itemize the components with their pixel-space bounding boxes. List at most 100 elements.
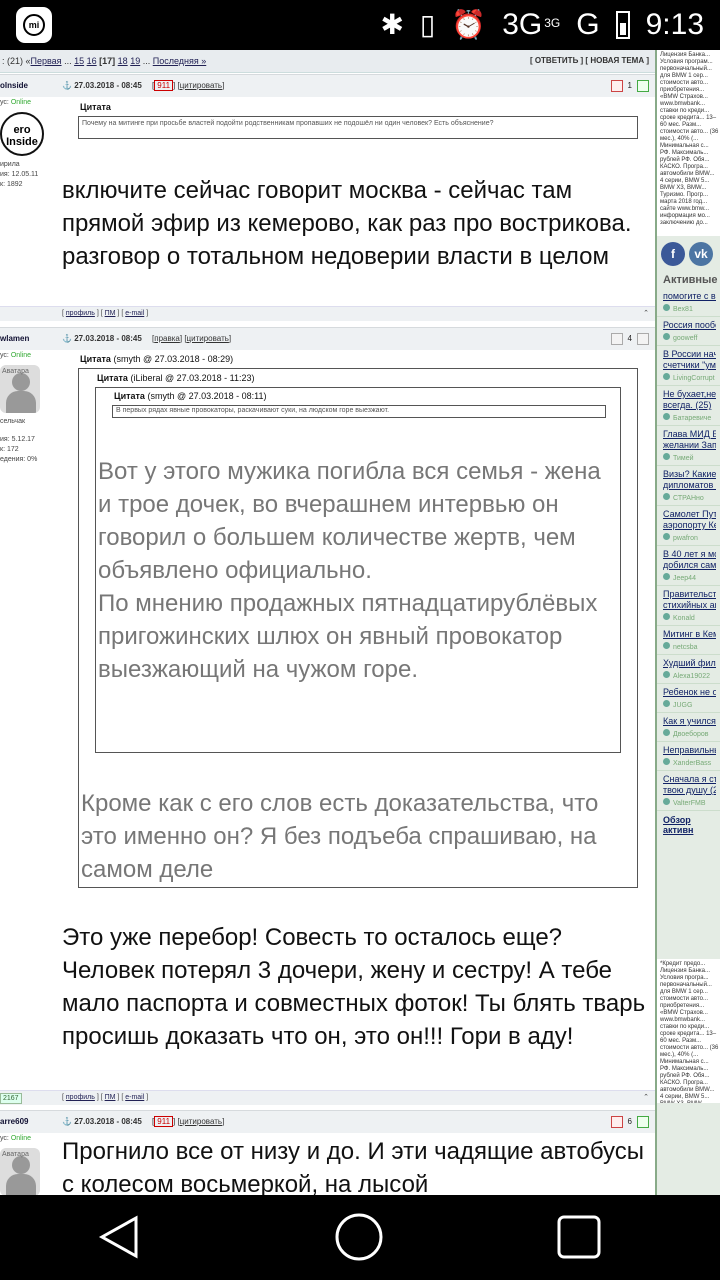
anchor-icon[interactable]: ⚓: [62, 334, 72, 343]
scroll-top-icon[interactable]: ⌃: [643, 1091, 649, 1105]
active-topic-item[interactable]: помогите с вы Bex81: [657, 288, 720, 317]
home-icon[interactable]: [334, 1212, 384, 1262]
active-topic-username[interactable]: gooweff: [673, 335, 697, 342]
vote-up-icon[interactable]: [637, 1116, 649, 1128]
active-topic-username[interactable]: ValterFMB: [673, 800, 706, 807]
anchor-icon[interactable]: ⚓: [62, 81, 72, 90]
active-topic-title[interactable]: Самолет Пути: [663, 509, 716, 520]
active-topic-title[interactable]: Визы? Какие в: [663, 469, 716, 480]
email-link[interactable]: e-mail: [125, 310, 144, 317]
pager-page-18[interactable]: 18: [118, 56, 128, 66]
active-topic-username[interactable]: Bex81: [673, 306, 693, 313]
active-topic-item[interactable]: Глава МИД Бржелании Запа Тимей: [657, 426, 720, 466]
user-icon: [663, 413, 670, 420]
active-topic-item[interactable]: Как я учился З Двоеборов: [657, 713, 720, 742]
active-topic-username[interactable]: JUGG: [673, 702, 692, 709]
active-topics-list: помогите с вы Bex81 Россия пообе gooweff В Р…: [657, 288, 720, 811]
active-topic-item[interactable]: Визы? Какие вдипломатов о СТРАНно: [657, 466, 720, 506]
active-topic-item[interactable]: В России начасчетчики "умн LivingCorrupt: [657, 346, 720, 386]
active-topic-item[interactable]: Митинг в Кем netcsba: [657, 626, 720, 655]
active-topic-title-cont[interactable]: всегда. (25): [663, 400, 716, 411]
active-topic-title-cont[interactable]: твою душу (21: [663, 785, 716, 796]
active-topic-title[interactable]: помогите с вы: [663, 291, 716, 302]
active-topic-title[interactable]: Митинг в Кем: [663, 629, 716, 640]
active-topic-title-cont[interactable]: счетчики "умн: [663, 360, 716, 371]
active-topic-item[interactable]: Не бухает,не квсегда. (25) Батаревиче: [657, 386, 720, 426]
quote-label: Цитата (iLiberal @ 27.03.2018 - 11:23): [97, 373, 255, 383]
vote-up-icon[interactable]: [637, 80, 649, 92]
active-topic-title-cont[interactable]: дипломатов о: [663, 480, 716, 491]
active-topic-item[interactable]: Правительств стихийных ак Konald: [657, 586, 720, 626]
active-topic-title[interactable]: Глава МИД Бр: [663, 429, 716, 440]
active-topic-title-cont[interactable]: стихийных ак: [663, 600, 716, 611]
active-topic-title[interactable]: Худший фильм: [663, 658, 716, 669]
active-topic-title[interactable]: Сначала я съе: [663, 774, 716, 785]
active-topic-title[interactable]: Россия пообе: [663, 320, 716, 331]
active-topic-item[interactable]: Россия пообе gooweff: [657, 317, 720, 346]
active-topic-username[interactable]: СТРАНно: [673, 495, 704, 502]
active-review-link[interactable]: Обзор активн: [657, 811, 720, 839]
active-topic-username[interactable]: pwafron: [673, 535, 698, 542]
active-topic-username[interactable]: XanderBass: [673, 760, 711, 767]
signal-g-indicator: G: [576, 8, 600, 41]
anchor-icon[interactable]: ⚓: [62, 1117, 72, 1126]
pager-page-16[interactable]: 16: [87, 56, 97, 66]
cite-link[interactable]: цитировать: [180, 81, 222, 90]
active-topic-title[interactable]: Не бухает,не к: [663, 389, 716, 400]
active-topic-title[interactable]: Правительств: [663, 589, 716, 600]
active-topic-title[interactable]: В 40 лет я мо: [663, 549, 716, 560]
active-topic-username[interactable]: netcsba: [673, 644, 698, 651]
vote-down-icon[interactable]: [610, 333, 623, 345]
pager-first[interactable]: Первая: [31, 56, 62, 66]
pm-link[interactable]: ПМ: [105, 1094, 116, 1101]
vote-up-icon[interactable]: [637, 333, 649, 345]
active-topic-title-cont[interactable]: добился сам (: [663, 560, 716, 571]
cite-link[interactable]: цитировать: [180, 1117, 222, 1126]
active-topic-username[interactable]: Батаревиче: [673, 415, 711, 422]
facebook-icon[interactable]: f: [661, 242, 685, 266]
pager-last[interactable]: Последняя »: [153, 56, 207, 66]
active-topic-item[interactable]: Сначала я съетвою душу (21 ValterFMB: [657, 771, 720, 811]
email-link[interactable]: e-mail: [125, 1094, 144, 1101]
post-author[interactable]: olnside: [0, 75, 28, 97]
active-topic-item[interactable]: Неправильны XanderBass: [657, 742, 720, 771]
active-topic-item[interactable]: Худший фильм Alexa19022: [657, 655, 720, 684]
active-topic-title[interactable]: Неправильны: [663, 745, 716, 756]
edit-link[interactable]: правка: [154, 334, 180, 343]
active-topic-title[interactable]: Ребенок не от: [663, 687, 716, 698]
user-icon: [663, 642, 670, 649]
reply-newtopic-actions[interactable]: [ ОТВЕТИТЬ ] [ НОВАЯ ТЕМА ]: [530, 50, 649, 72]
vote-down-icon[interactable]: [610, 1116, 623, 1128]
post-author[interactable]: arre609: [0, 1111, 28, 1133]
online-status: Online: [10, 352, 32, 359]
active-topic-username[interactable]: Двоеборов: [673, 731, 709, 738]
profile-link[interactable]: профиль: [66, 310, 95, 317]
pager-page-19[interactable]: 19: [130, 56, 140, 66]
active-topic-title-cont[interactable]: желании Запа: [663, 440, 716, 451]
pm-link[interactable]: ПМ: [105, 310, 116, 317]
quote-label: Цитата: [80, 102, 111, 112]
active-topic-item[interactable]: Ребенок не от JUGG: [657, 684, 720, 713]
post-author[interactable]: wlamen: [0, 328, 29, 350]
pager-page-15[interactable]: 15: [74, 56, 84, 66]
vk-icon[interactable]: vk: [689, 242, 713, 266]
scroll-top-icon[interactable]: ⌃: [643, 307, 649, 321]
report-badge[interactable]: 911: [154, 1116, 174, 1127]
vote-down-icon[interactable]: [610, 80, 623, 92]
active-topic-username[interactable]: Тимей: [673, 455, 694, 462]
active-topic-item[interactable]: В 40 лет я мо добился сам ( Jeep44: [657, 546, 720, 586]
active-topic-username[interactable]: LivingCorrupt: [673, 375, 715, 382]
active-topic-username[interactable]: Jeep44: [673, 575, 696, 582]
active-topic-title-cont[interactable]: аэропорту Кем: [663, 520, 716, 531]
recents-icon[interactable]: [554, 1212, 604, 1262]
active-topic-username[interactable]: Konald: [673, 615, 695, 622]
active-topic-username[interactable]: Alexa19022: [673, 673, 710, 680]
active-topic-title[interactable]: Как я учился З: [663, 716, 716, 727]
cite-link[interactable]: цитировать: [187, 334, 229, 343]
active-topic-title[interactable]: В России нача: [663, 349, 716, 360]
active-topic-item[interactable]: Самолет Путиаэропорту Кем pwafron: [657, 506, 720, 546]
profile-link[interactable]: профиль: [66, 1094, 95, 1101]
active-topic-user: Тимей: [663, 453, 716, 462]
back-icon[interactable]: [96, 1212, 146, 1262]
report-badge[interactable]: 911: [154, 80, 174, 91]
